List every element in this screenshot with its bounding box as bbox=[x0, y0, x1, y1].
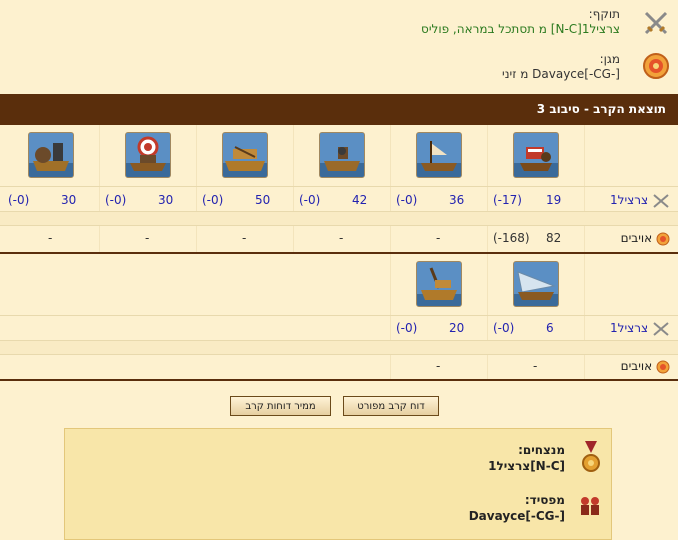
attacker-count: 30 bbox=[158, 193, 174, 207]
attacker-loss: (-17) bbox=[493, 193, 522, 207]
attacker-count: 36 bbox=[449, 193, 465, 207]
round-title-bar: תוצאת הקרב - סיבוב 3 bbox=[0, 94, 678, 125]
report-converter-button[interactable]: ממיר דוחות קרב bbox=[230, 396, 331, 416]
ballista-ship-icon[interactable] bbox=[416, 261, 462, 307]
enemy-count: 82 bbox=[546, 231, 562, 245]
attacker-loss: (-0) bbox=[105, 193, 127, 207]
enemy-count: - bbox=[436, 359, 441, 373]
attacker-count: 19 bbox=[546, 193, 562, 207]
attacker-loss: (-0) bbox=[202, 193, 224, 207]
catapult-ship-icon[interactable] bbox=[222, 132, 268, 178]
round-title: תוצאת הקרב - סיבוב 3 bbox=[536, 102, 666, 116]
defender-name[interactable]: Davayce[-CG-] מ זיני bbox=[502, 67, 620, 81]
shield-icon bbox=[656, 232, 670, 246]
attacker-count: 6 bbox=[546, 321, 554, 335]
mortar-ship-icon[interactable] bbox=[125, 132, 171, 178]
crossed-swords-icon bbox=[642, 9, 670, 37]
enemy-count: - bbox=[145, 231, 150, 245]
rocket-ship-icon[interactable] bbox=[513, 261, 559, 307]
losers-label: מפסיד: bbox=[524, 493, 565, 507]
enemy-row-label: אויבים bbox=[621, 231, 670, 246]
enemy-count: - bbox=[436, 231, 441, 245]
crossed-swords-icon bbox=[652, 321, 670, 336]
winners-value[interactable]: צרציל1[N-C] bbox=[488, 459, 565, 473]
enemy-row-label: אויבים bbox=[621, 359, 670, 374]
ram-ship-icon[interactable] bbox=[319, 132, 365, 178]
shield-icon bbox=[656, 360, 670, 374]
army-icon bbox=[577, 493, 603, 519]
defender-label: מגן: bbox=[599, 52, 620, 66]
enemy-count: - bbox=[339, 231, 344, 245]
attacker-loss: (-0) bbox=[396, 321, 418, 335]
steam-ram-icon[interactable] bbox=[28, 132, 74, 178]
paddle-steamer-icon[interactable] bbox=[416, 132, 462, 178]
shield-icon bbox=[642, 52, 670, 80]
attacker-loss: (-0) bbox=[493, 321, 515, 335]
attacker-count: 20 bbox=[449, 321, 465, 335]
attacker-row-label: צרציל1 bbox=[610, 193, 670, 208]
battle-result-box: מנצחים: צרציל1[N-C] מפסיד: Davayce[-CG-] bbox=[64, 428, 612, 540]
enemy-count: - bbox=[242, 231, 247, 245]
enemy-count: - bbox=[48, 231, 53, 245]
attacker-loss: (-0) bbox=[299, 193, 321, 207]
enemy-count: - bbox=[533, 359, 538, 373]
attacker-row-label: צרציל1 bbox=[610, 321, 670, 336]
attacker-name[interactable]: צרציל1[N-C] מ תסתכל במראה, פוליס bbox=[421, 22, 620, 36]
attacker-count: 50 bbox=[255, 193, 271, 207]
attacker-count: 30 bbox=[61, 193, 77, 207]
attacker-label: תוקף: bbox=[588, 7, 620, 21]
detailed-report-button[interactable]: דוח קרב מפורט bbox=[343, 396, 439, 416]
attacker-loss: (-0) bbox=[396, 193, 418, 207]
attacker-loss: (-0) bbox=[8, 193, 30, 207]
winners-label: מנצחים: bbox=[518, 443, 565, 457]
attacker-count: 42 bbox=[352, 193, 368, 207]
enemy-loss: (-168) bbox=[493, 231, 530, 245]
losers-value[interactable]: Davayce[-CG-] bbox=[469, 509, 565, 523]
defender-row: מגן: Davayce[-CG-] מ זיני bbox=[0, 52, 678, 94]
attacker-row: תוקף: צרציל1[N-C] מ תסתכל במראה, פוליס bbox=[0, 7, 678, 49]
crossed-swords-icon bbox=[652, 193, 670, 208]
fire-ship-icon[interactable] bbox=[513, 132, 559, 178]
medal-icon bbox=[581, 441, 601, 475]
